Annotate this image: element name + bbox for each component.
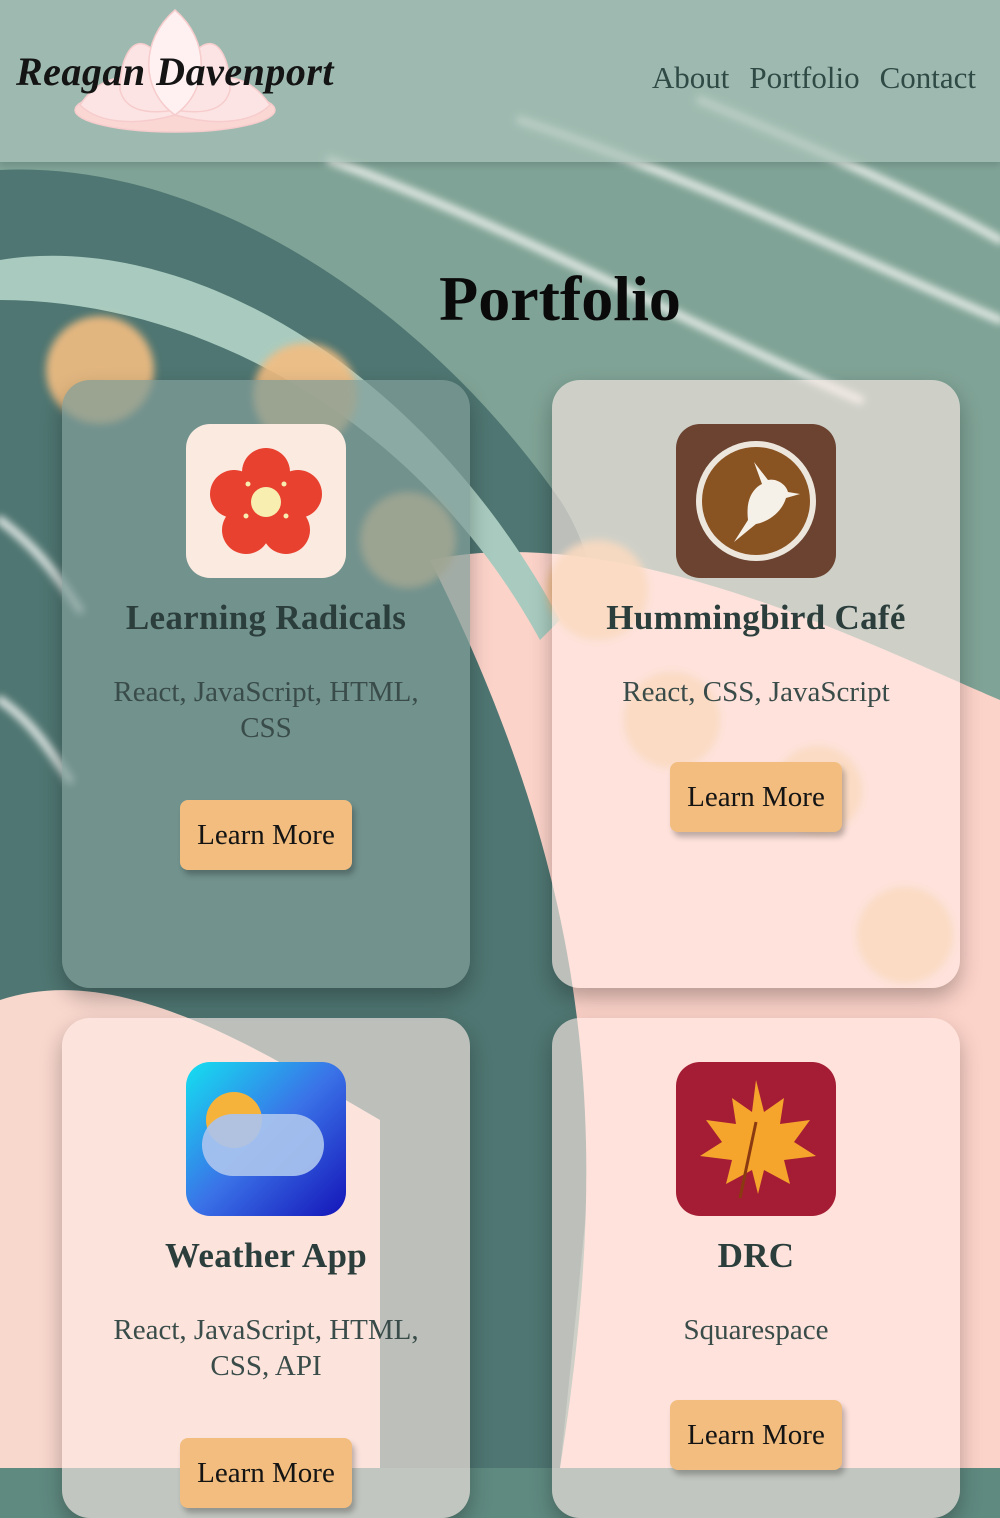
learn-more-button[interactable]: Learn More <box>670 1400 842 1470</box>
project-tech: React, CSS, JavaScript <box>622 676 890 708</box>
project-tech: React, JavaScript, HTML, CSS <box>113 676 419 744</box>
project-title: Hummingbird Café <box>606 598 906 637</box>
hummingbird-icon <box>676 424 836 578</box>
project-tech: React, JavaScript, HTML, CSS, API <box>113 1314 419 1382</box>
project-title: Weather App <box>165 1236 367 1275</box>
project-card-weather-app: Weather App React, JavaScript, HTML, CSS… <box>62 1018 470 1518</box>
project-title: DRC <box>717 1236 795 1275</box>
nav-contact[interactable]: Contact <box>880 60 976 96</box>
brand-name[interactable]: Reagan Davenport <box>16 48 334 95</box>
learn-more-button[interactable]: Learn More <box>180 800 352 870</box>
nav-portfolio[interactable]: Portfolio <box>749 60 859 96</box>
project-card-learning-radicals: Learning Radicals React, JavaScript, HTM… <box>62 380 470 988</box>
nav-about[interactable]: About <box>652 60 730 96</box>
project-card-hummingbird-cafe: Hummingbird Café React, CSS, JavaScript … <box>552 380 960 988</box>
learn-more-button[interactable]: Learn More <box>180 1438 352 1508</box>
weather-cloud-icon <box>186 1062 346 1216</box>
learn-more-button[interactable]: Learn More <box>670 762 842 832</box>
red-flower-icon <box>186 424 346 578</box>
main-nav: About Portfolio Contact <box>652 60 976 96</box>
site-header: Reagan Davenport About Portfolio Contact <box>0 0 1000 162</box>
project-card-drc: DRC Squarespace Learn More <box>552 1018 960 1518</box>
page-title: Portfolio <box>439 263 681 334</box>
project-tech: Squarespace <box>683 1314 829 1346</box>
project-title: Learning Radicals <box>125 598 407 637</box>
maple-leaf-icon <box>676 1062 836 1216</box>
